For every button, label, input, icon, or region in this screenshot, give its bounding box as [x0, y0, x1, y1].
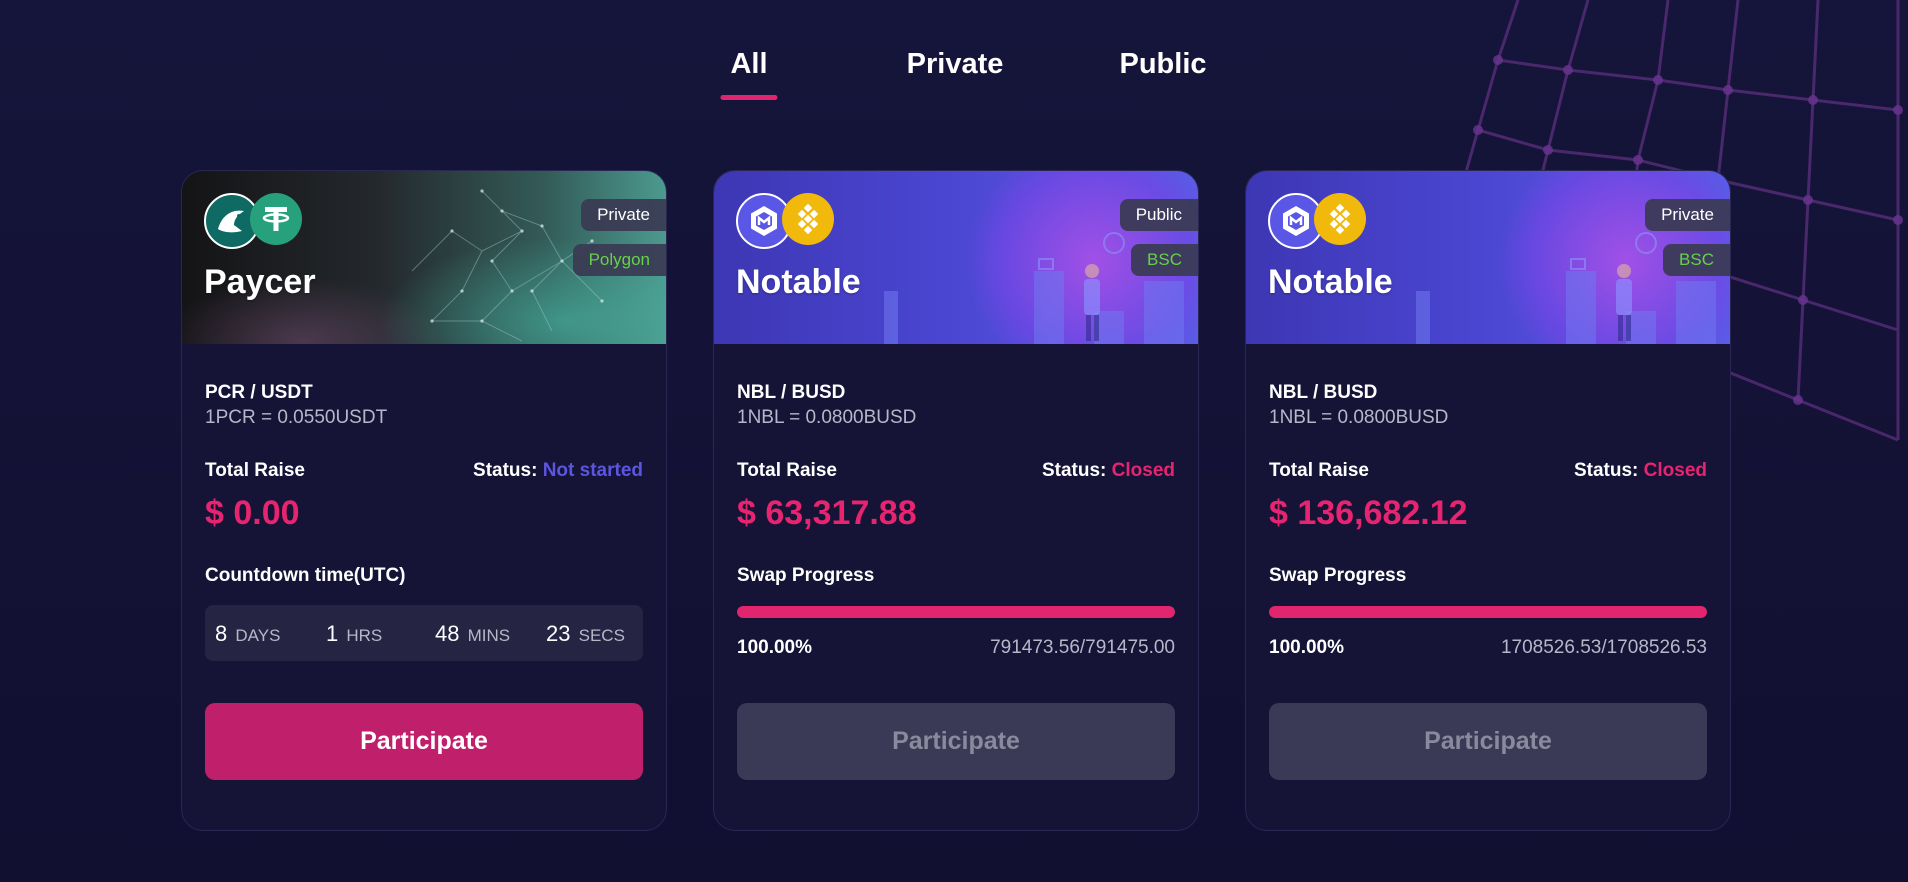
- countdown-hours: 1 HRS: [326, 621, 383, 646]
- token-pair: NBL / BUSD: [737, 382, 846, 403]
- tab-all-label: All: [730, 48, 768, 80]
- total-raise-value: $ 136,682.12: [1269, 494, 1468, 532]
- exchange-rate: 1NBL = 0.0800BUSD: [737, 407, 917, 428]
- swap-progress-bar: [1269, 606, 1707, 618]
- swap-progress-fill: [1269, 606, 1707, 618]
- card-banner: Notable Public BSC: [714, 171, 1198, 344]
- tab-private[interactable]: Private: [907, 48, 1004, 81]
- countdown-timer: 8 DAYS 1 HRS 48 MINS 23 SECS: [205, 605, 643, 661]
- access-badge: Public: [1119, 199, 1198, 231]
- card-body: NBL / BUSD 1NBL = 0.0800BUSD Total Raise…: [737, 344, 1175, 830]
- total-raise-label: Total Raise: [205, 460, 305, 481]
- pool-card-notable-public: Notable Public BSC NBL / BUSD 1NBL = 0.0…: [713, 170, 1199, 831]
- total-raise-value: $ 63,317.88: [737, 494, 917, 532]
- card-body: NBL / BUSD 1NBL = 0.0800BUSD Total Raise…: [1269, 344, 1707, 830]
- status-line: Status: Not started: [473, 460, 643, 482]
- swap-progress-fill: [737, 606, 1175, 618]
- project-name: Notable: [736, 263, 861, 301]
- chain-badge: Polygon: [572, 244, 666, 276]
- status-label: Status:: [1041, 460, 1107, 481]
- tether-icon: [250, 193, 302, 245]
- tab-private-label: Private: [906, 48, 1004, 80]
- tab-public-label: Public: [1119, 48, 1207, 80]
- card-body: PCR / USDT 1PCR = 0.0550USDT Total Raise…: [205, 344, 643, 830]
- swap-progress-label: Swap Progress: [1269, 565, 1407, 586]
- notable-banner-art: [884, 232, 1184, 344]
- token-pair: NBL / BUSD: [1269, 382, 1378, 403]
- exchange-rate: 1PCR = 0.0550USDT: [205, 407, 388, 428]
- card-banner: Notable Private BSC: [1246, 171, 1730, 344]
- filter-tabs: All Private Public: [0, 48, 1908, 108]
- participate-button[interactable]: Participate: [1269, 703, 1707, 780]
- status-value: Closed: [1111, 460, 1175, 481]
- status-line: Status: Closed: [1042, 460, 1175, 482]
- tab-public[interactable]: Public: [1119, 48, 1206, 81]
- progress-percent: 100.00%: [1269, 637, 1345, 658]
- status-value: Closed: [1643, 460, 1707, 481]
- progress-amount: 1708526.53/1708526.53: [1500, 637, 1707, 658]
- participate-button[interactable]: Participate: [737, 703, 1175, 780]
- busd-icon: [1314, 193, 1366, 245]
- total-raise-label: Total Raise: [737, 460, 837, 481]
- project-name: Paycer: [204, 263, 316, 301]
- countdown-minutes: 48 MINS: [435, 621, 511, 646]
- total-raise-label: Total Raise: [1269, 460, 1369, 481]
- exchange-rate: 1NBL = 0.0800BUSD: [1269, 407, 1449, 428]
- countdown-days: 8 DAYS: [215, 621, 281, 646]
- status-value: Not started: [542, 460, 643, 481]
- token-pair: PCR / USDT: [205, 382, 313, 403]
- project-name: Notable: [1268, 263, 1393, 301]
- tab-all[interactable]: All: [720, 48, 778, 100]
- notable-banner-art: [1416, 232, 1716, 344]
- status-label: Status:: [473, 460, 538, 481]
- swap-progress-bar: [737, 606, 1175, 618]
- busd-icon: [782, 193, 834, 245]
- progress-amount: 791473.56/791475.00: [990, 637, 1175, 658]
- status-label: Status:: [1573, 460, 1639, 481]
- countdown-label: Countdown time(UTC): [205, 565, 406, 586]
- tab-active-underline: [720, 95, 778, 100]
- pool-card-paycer: Paycer Private Polygon PCR / USDT 1PCR =…: [181, 170, 667, 831]
- status-line: Status: Closed: [1574, 460, 1707, 482]
- access-badge: Private: [581, 199, 666, 231]
- swap-progress-label: Swap Progress: [737, 565, 875, 586]
- pool-card-notable-private: Notable Private BSC NBL / BUSD 1NBL = 0.…: [1245, 170, 1731, 831]
- progress-percent: 100.00%: [737, 637, 813, 658]
- card-banner: Paycer Private Polygon: [182, 171, 666, 344]
- chain-badge: BSC: [1131, 244, 1198, 276]
- chain-badge: BSC: [1663, 244, 1730, 276]
- countdown-seconds: 23 SECS: [546, 621, 625, 646]
- total-raise-value: $ 0.00: [205, 494, 300, 532]
- access-badge: Private: [1645, 199, 1730, 231]
- participate-button[interactable]: Participate: [205, 703, 643, 780]
